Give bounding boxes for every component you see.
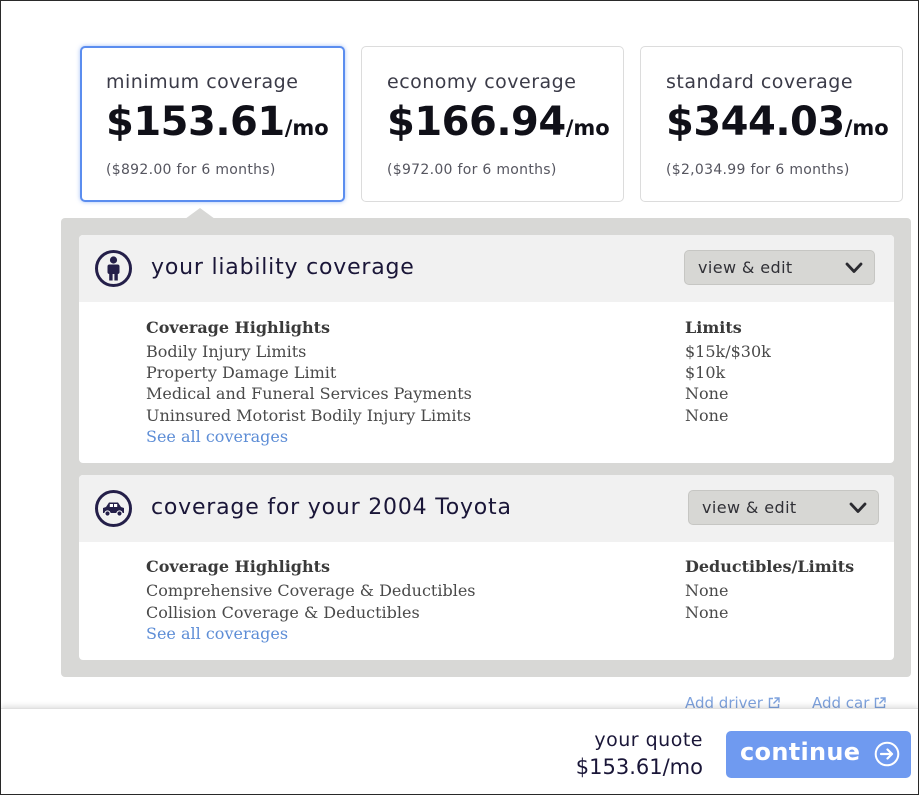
col-header-deductibles: Deductibles/Limits [685, 557, 855, 576]
col-header-highlights: Coverage Highlights [146, 318, 331, 337]
continue-button[interactable]: continue [726, 731, 911, 778]
quote-label: your quote [594, 729, 703, 751]
plan-price-unit: /mo [284, 116, 329, 140]
view-edit-liability-button[interactable]: view & edit [684, 250, 875, 285]
coverage-row-name: Bodily Injury Limits [146, 342, 307, 361]
person-icon [95, 250, 132, 287]
section-title: your liability coverage [151, 255, 415, 280]
coverage-row-value: $15k/$30k [685, 342, 771, 361]
coverage-row-name: Property Damage Limit [146, 363, 337, 382]
view-edit-label: view & edit [702, 498, 797, 517]
plan-price-unit: /mo [565, 116, 610, 140]
plan-price-unit: /mo [844, 116, 889, 140]
view-edit-label: view & edit [698, 258, 793, 277]
coverage-row-value: None [685, 581, 729, 600]
view-edit-vehicle-button[interactable]: view & edit [688, 490, 879, 525]
plan-price-amount: $344.03 [666, 99, 845, 145]
plan-name: economy coverage [387, 71, 577, 93]
chevron-down-icon [849, 502, 867, 513]
plan-name: minimum coverage [106, 71, 299, 93]
vehicle-coverage-section: coverage for your 2004 Toyota view & edi… [79, 475, 894, 660]
chevron-down-icon [845, 262, 863, 273]
arrow-right-circle-icon [874, 741, 900, 767]
plan-card-minimum[interactable]: minimum coverage $153.61/mo ($892.00 for… [80, 46, 345, 202]
coverage-row-value: None [685, 406, 729, 425]
coverage-row-name: Collision Coverage & Deductibles [146, 603, 420, 622]
quote-amount: $153.61/mo [575, 755, 703, 779]
plan-price: $166.94/mo [387, 99, 623, 153]
col-header-limits: Limits [685, 318, 742, 337]
plan-six-month-total: ($2,034.99 for 6 months) [666, 162, 850, 178]
liability-coverage-section: your liability coverage view & edit Cove… [79, 235, 894, 463]
plan-six-month-total: ($972.00 for 6 months) [387, 162, 557, 178]
see-all-coverages-link[interactable]: See all coverages [146, 624, 288, 643]
coverage-row-value: None [685, 603, 729, 622]
plan-price: $153.61/mo [106, 99, 343, 153]
plan-price-amount: $166.94 [387, 99, 566, 145]
plan-card-economy[interactable]: economy coverage $166.94/mo ($972.00 for… [361, 46, 624, 202]
coverage-row-name: Uninsured Motorist Bodily Injury Limits [146, 406, 472, 425]
plan-six-month-total: ($892.00 for 6 months) [106, 162, 276, 178]
continue-label: continue [740, 738, 861, 766]
plan-name: standard coverage [666, 71, 854, 93]
coverage-row-name: Medical and Funeral Services Payments [146, 384, 472, 403]
coverage-row-value: None [685, 384, 729, 403]
plan-card-standard[interactable]: standard coverage $344.03/mo ($2,034.99 … [640, 46, 903, 202]
plan-price: $344.03/mo [666, 99, 902, 153]
car-icon [95, 490, 132, 527]
coverage-row-name: Comprehensive Coverage & Deductibles [146, 581, 476, 600]
section-header: coverage for your 2004 Toyota view & edi… [79, 475, 894, 542]
coverage-row-value: $10k [685, 363, 726, 382]
section-title: coverage for your 2004 Toyota [151, 495, 512, 520]
section-header: your liability coverage view & edit [79, 235, 894, 302]
plan-price-amount: $153.61 [106, 99, 285, 145]
see-all-coverages-link[interactable]: See all coverages [146, 427, 288, 446]
col-header-highlights: Coverage Highlights [146, 557, 331, 576]
